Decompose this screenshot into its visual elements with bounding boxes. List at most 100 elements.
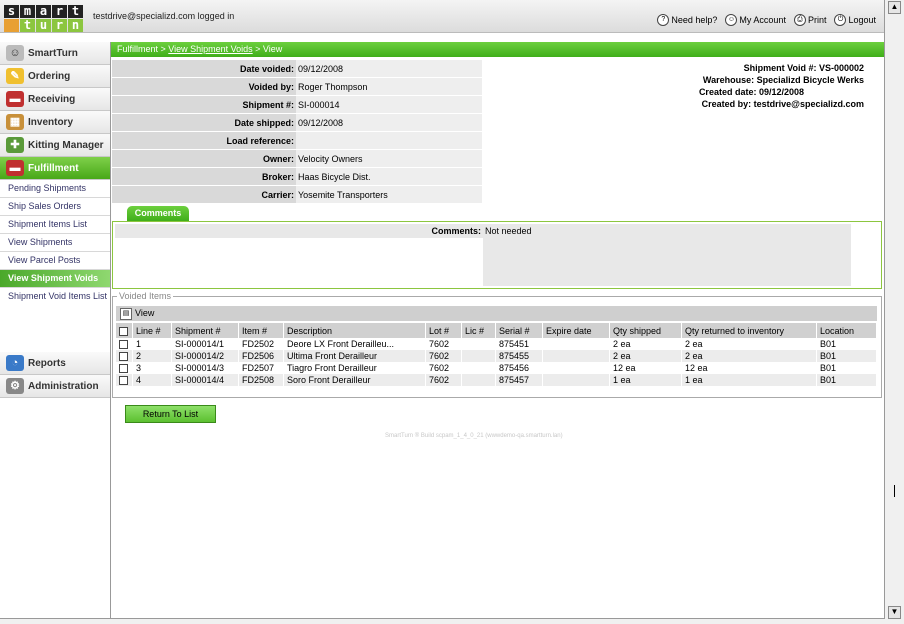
detail-label: Shipment #: [112, 96, 296, 114]
column-header[interactable]: Qty shipped [609, 323, 682, 338]
breadcrumb-view-shipment-voids-link[interactable]: View Shipment Voids [168, 44, 252, 54]
sidebar-subitem-view-shipment-voids[interactable]: View Shipment Voids [0, 270, 110, 288]
detail-value: Velocity Owners [296, 150, 482, 168]
row-checkbox[interactable] [119, 340, 128, 350]
detail-row-load-reference: Load reference: [112, 132, 482, 150]
cell-description: Soro Front Derailleur [283, 374, 426, 386]
sidebar-item-administration[interactable]: ⚙ Administration [0, 375, 110, 398]
select-all-header[interactable] [116, 323, 133, 338]
column-header[interactable]: Shipment # [171, 323, 239, 338]
sidebar-subitem-shipment-void-items-list[interactable]: Shipment Void Items List [0, 288, 110, 305]
cell-item: FD2508 [238, 374, 284, 386]
return-to-list-button[interactable]: Return To List [125, 405, 216, 423]
print-link[interactable]: ⎙ Print [793, 14, 826, 26]
voided-items-panel: Voided Items ▤ View Line # Shipment # Ite… [112, 291, 882, 398]
cell-lic [461, 374, 496, 386]
sidebar-item-reports[interactable]: ◔ Reports [0, 352, 110, 375]
table-header-row: Line # Shipment # Item # Description Lot… [116, 323, 877, 338]
tab-comments[interactable]: Comments [127, 206, 189, 221]
sidebar-item-label: Ordering [28, 70, 71, 82]
logo-letter: t [20, 19, 35, 32]
detail-label: Load reference: [112, 132, 296, 150]
cell-lic [461, 362, 496, 374]
sidebar-subitem-shipment-items-list[interactable]: Shipment Items List [0, 216, 110, 234]
my-account-link[interactable]: ☺ My Account [725, 14, 786, 26]
boxes-icon: ▦ [6, 114, 24, 130]
sidebar-subitem-ship-sales-orders[interactable]: Ship Sales Orders [0, 198, 110, 216]
column-header[interactable]: Description [283, 323, 426, 338]
sidebar-item-inventory[interactable]: ▦ Inventory [0, 111, 110, 134]
column-header[interactable]: Lot # [425, 323, 462, 338]
column-header[interactable]: Line # [132, 323, 172, 338]
scrollbar-thumb[interactable] [894, 485, 895, 497]
logo-letter: s [4, 5, 19, 18]
column-header[interactable]: Serial # [495, 323, 543, 338]
row-checkbox[interactable] [119, 364, 128, 374]
cell-location: B01 [816, 350, 877, 362]
detail-label: Voided by: [112, 78, 296, 96]
detail-row-owner: Owner: Velocity Owners [112, 150, 482, 168]
row-select-cell[interactable] [116, 350, 133, 362]
breadcrumb-current: > View [252, 44, 283, 54]
sidebar-subitem-view-shipments[interactable]: View Shipments [0, 234, 110, 252]
table-row[interactable]: 2 SI-000014/2 FD2506 Ultima Front Derail… [116, 350, 877, 362]
created-date: Created date: 09/12/2008 [698, 87, 804, 97]
table-row[interactable]: 1 SI-000014/1 FD2502 Deore LX Front Dera… [116, 338, 877, 350]
need-help-link[interactable]: ? Need help? [657, 14, 717, 26]
cell-line: 2 [132, 350, 172, 362]
sidebar-item-kitting-manager[interactable]: ✚ Kitting Manager [0, 134, 110, 157]
scroll-up-arrow-icon[interactable]: ▲ [888, 1, 901, 14]
sidebar-subitem-pending-shipments[interactable]: Pending Shipments [0, 180, 110, 198]
logo-letter: t [68, 5, 83, 18]
voided-items-table: Line # Shipment # Item # Description Lot… [116, 323, 877, 386]
select-all-checkbox[interactable] [119, 326, 128, 336]
logo-letter: r [52, 5, 67, 18]
detail-value: Roger Thompson [296, 78, 482, 96]
cell-line: 4 [132, 374, 172, 386]
voided-items-legend: Voided Items [117, 291, 174, 301]
sidebar-item-ordering[interactable]: ✎ Ordering [0, 65, 110, 88]
logout-link[interactable]: ⏻ Logout [834, 14, 876, 26]
gear-icon: ⚙ [6, 378, 24, 394]
sidebar-item-label: Administration [28, 380, 99, 392]
table-row[interactable]: 4 SI-000014/4 FD2508 Soro Front Deraille… [116, 374, 877, 386]
cell-qty-shipped: 2 ea [609, 338, 682, 350]
column-header[interactable]: Item # [238, 323, 284, 338]
detail-row-date-shipped: Date shipped: 09/12/2008 [112, 114, 482, 132]
sidebar-item-label: Receiving [28, 93, 76, 105]
warehouse: Warehouse: Specializd Bicycle Werks [702, 75, 864, 85]
logout-icon: ⏻ [834, 14, 847, 26]
table-row[interactable]: 3 SI-000014/3 FD2507 Tiagro Front Derail… [116, 362, 877, 374]
column-header[interactable]: Qty returned to inventory [681, 323, 817, 338]
column-header[interactable]: Location [816, 323, 877, 338]
view-button[interactable]: ▤ View [120, 306, 154, 321]
row-checkbox[interactable] [119, 376, 128, 386]
row-select-cell[interactable] [116, 338, 133, 350]
detail-value: 09/12/2008 [296, 60, 482, 78]
sidebar-item-label: Fulfillment [28, 162, 79, 174]
detail-row-voided-by: Voided by: Roger Thompson [112, 78, 482, 96]
cell-lot: 7602 [425, 350, 462, 362]
shipment-void-number: Shipment Void #: VS-000002 [743, 63, 864, 73]
row-checkbox[interactable] [119, 352, 128, 362]
voided-items-toolbar: ▤ View [116, 306, 877, 321]
my-account-label: My Account [739, 15, 786, 25]
cell-shipment: SI-000014/3 [171, 362, 239, 374]
sidebar-subitem-view-parcel-posts[interactable]: View Parcel Posts [0, 252, 110, 270]
sidebar-item-smartturn[interactable]: ☺ SmartTurn [0, 42, 110, 65]
cell-expire-date [542, 374, 610, 386]
column-header[interactable]: Expire date [542, 323, 610, 338]
sidebar-item-receiving[interactable]: ▬ Receiving [0, 88, 110, 111]
sidebar-item-fulfillment[interactable]: ▬ Fulfillment [0, 157, 110, 180]
cell-lot: 7602 [425, 338, 462, 350]
detail-label: Date voided: [112, 60, 296, 78]
row-select-cell[interactable] [116, 374, 133, 386]
top-bar: s m a r t t u r n testdrive@specializd.c… [0, 0, 884, 33]
scroll-down-arrow-icon[interactable]: ▼ [888, 606, 901, 619]
smartturn-logo[interactable]: s m a r t t u r n [4, 5, 83, 33]
vertical-scrollbar[interactable]: ▲ ▼ [885, 0, 904, 624]
ordering-icon: ✎ [6, 68, 24, 84]
row-select-cell[interactable] [116, 362, 133, 374]
app-window: s m a r t t u r n testdrive@specializd.c… [0, 0, 885, 619]
column-header[interactable]: Lic # [461, 323, 496, 338]
